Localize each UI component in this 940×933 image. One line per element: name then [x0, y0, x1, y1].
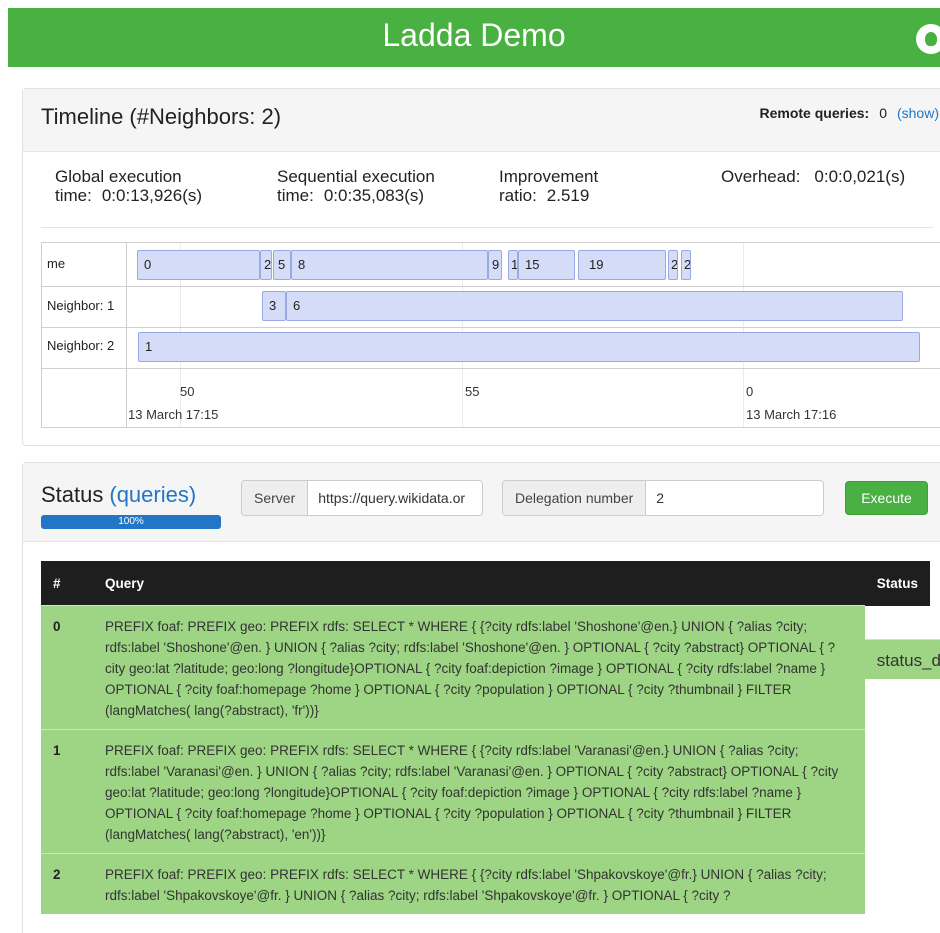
sequential-execution-value: 0:0:35,083(s)	[323, 186, 425, 205]
timeline-item[interactable]: 9	[488, 250, 502, 280]
server-input[interactable]	[308, 481, 479, 515]
column-header-number: #	[41, 561, 93, 606]
remote-queries: Remote queries: 0 (show)	[759, 105, 939, 121]
execute-button[interactable]: Execute	[845, 481, 928, 515]
column-header-query: Query	[93, 561, 865, 606]
row-query: PREFIX foaf: PREFIX geo: PREFIX rdfs: SE…	[93, 729, 865, 854]
timeline-item[interactable]: 1	[508, 250, 518, 280]
timeline-item[interactable]: 5	[273, 250, 291, 280]
row-number: 2	[41, 853, 93, 914]
column-header-status: Status	[864, 561, 930, 606]
timeline-panel: Timeline (#Neighbors: 2) Remote queries:…	[22, 88, 940, 446]
timeline-item[interactable]: 1	[138, 332, 920, 362]
overhead-stat: Overhead: 0:0:0,021(s)	[721, 167, 940, 186]
improvement-ratio-stat: Improvement ratio: 2.519	[499, 167, 629, 205]
timeline-header: Timeline (#Neighbors: 2) Remote queries:…	[23, 89, 940, 152]
timeline-axis-minor-label: 55	[465, 384, 480, 399]
row-number: 1	[41, 729, 93, 854]
status-title: Status (queries)	[41, 482, 196, 508]
overhead-label: Overhead:	[721, 167, 801, 186]
row-query: PREFIX foaf: PREFIX geo: PREFIX rdfs: SE…	[93, 853, 865, 914]
timeline-item[interactable]: 6	[286, 291, 903, 321]
sequential-execution-stat: Sequential execution time: 0:0:35,083(s)	[277, 167, 497, 205]
status-title-text: Status	[41, 482, 104, 507]
timeline-item[interactable]: 0	[137, 250, 260, 280]
timeline-divider	[41, 227, 933, 228]
timeline-row-separator	[42, 327, 940, 328]
status-header: Status(queries) 100% Server Delegation n…	[23, 463, 940, 542]
show-remote-link[interactable]: (show)	[897, 105, 939, 121]
remote-queries-count: 0	[879, 105, 887, 121]
row-number: 0	[41, 605, 93, 730]
overhead-value: 0:0:0,021(s)	[814, 167, 906, 186]
server-label: Server	[242, 481, 309, 515]
table-header-row: # Query Status	[41, 561, 930, 606]
delegation-label: Delegation number	[503, 481, 647, 515]
table-row: 2 PREFIX foaf: PREFIX geo: PREFIX rdfs: …	[41, 639, 940, 914]
status-panel: Status(queries) 100% Server Delegation n…	[22, 462, 940, 933]
timeline-item[interactable]: 3	[262, 291, 286, 321]
table-row: 1 PREFIX foaf: PREFIX geo: PREFIX rdfs: …	[41, 639, 940, 854]
remote-queries-label: Remote queries:	[759, 105, 870, 121]
timeline-row-label-neighbor-2: Neighbor: 2	[47, 338, 115, 353]
timeline-item[interactable]: 2	[681, 250, 691, 280]
timeline-title: Timeline (#Neighbors: 2)	[41, 104, 282, 129]
progress-fill: 100%	[41, 515, 221, 529]
timeline-row-separator	[42, 286, 940, 287]
timeline-axis-minor-label: 50	[180, 384, 195, 399]
app-title: Ladda Demo	[382, 17, 566, 53]
timeline-item[interactable]: 19	[578, 250, 666, 280]
timeline-row-label-me: me	[47, 256, 66, 271]
timeline-chart[interactable]: me Neighbor: 1 Neighbor: 2 0 2 5 8 9 1 1…	[41, 242, 940, 428]
global-execution-stat: Global execution time: 0:0:13,926(s)	[55, 167, 265, 205]
global-execution-value: 0:0:13,926(s)	[101, 186, 203, 205]
github-icon[interactable]	[916, 24, 940, 54]
server-input-group: Server	[241, 480, 483, 516]
timeline-item[interactable]: 8	[291, 250, 488, 280]
queries-table: # Query Status 0 PREFIX foaf: PREFIX geo…	[41, 561, 940, 914]
progress-bar: 100%	[41, 515, 221, 529]
improvement-ratio-value: 2.519	[546, 186, 590, 205]
row-query: PREFIX foaf: PREFIX geo: PREFIX rdfs: SE…	[93, 605, 865, 730]
timeline-item[interactable]: 2	[260, 250, 272, 280]
timeline-item[interactable]: 15	[518, 250, 575, 280]
timeline-item[interactable]: 2	[668, 250, 678, 280]
timeline-row-separator	[42, 368, 940, 369]
queries-link[interactable]: (queries)	[109, 482, 196, 507]
delegation-input-group: Delegation number	[502, 480, 824, 516]
timeline-axis-major-label: 13 March 17:15	[128, 407, 219, 422]
table-row: 0 PREFIX foaf: PREFIX geo: PREFIX rdfs: …	[41, 605, 940, 730]
row-status: status_done	[864, 639, 940, 679]
timeline-axis-minor-label: 0	[746, 384, 754, 399]
timeline-axis-major-label: 13 March 17:16	[746, 407, 837, 422]
timeline-row-label-neighbor-1: Neighbor: 1	[47, 298, 115, 313]
top-bar: Ladda Demo	[8, 8, 940, 67]
delegation-number-input[interactable]	[646, 481, 823, 515]
